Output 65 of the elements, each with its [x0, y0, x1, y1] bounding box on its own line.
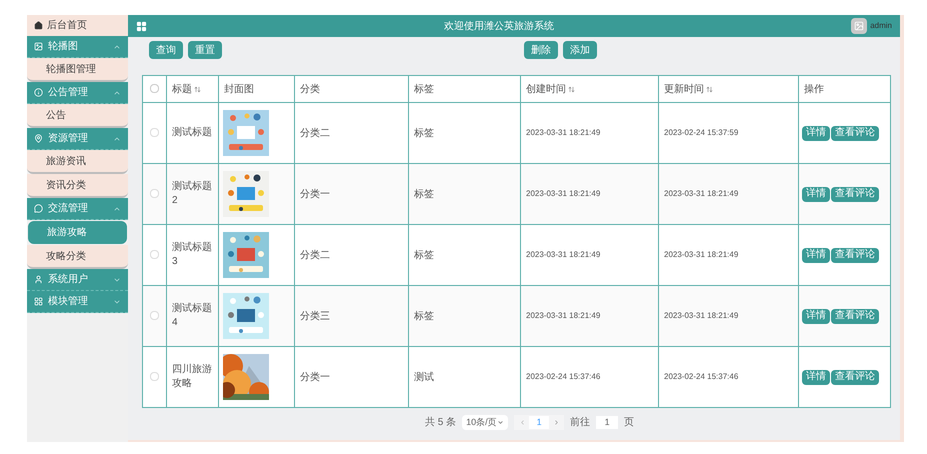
info-icon [34, 88, 43, 97]
chevron-left-icon [518, 419, 526, 426]
action-button[interactable]: 详情 [802, 370, 830, 384]
menu-header[interactable]: 轮播图 [27, 36, 128, 58]
action-button[interactable]: 查看评论 [831, 248, 879, 262]
home-icon [34, 21, 43, 30]
chat-icon [34, 204, 43, 213]
action-button[interactable]: 查看评论 [831, 308, 879, 324]
action-button[interactable]: 查看评论 [831, 186, 879, 202]
toolbar-button[interactable]: 添加 [563, 41, 597, 59]
action-button[interactable]: 详情 [802, 126, 830, 140]
menu-header[interactable]: 公告管理 [27, 82, 128, 104]
checkbox[interactable] [150, 189, 159, 198]
submenu-item[interactable]: 旅游资讯 [27, 150, 128, 174]
table-cell: 测试 [408, 346, 520, 408]
submenu-item[interactable]: 攻略分类 [27, 245, 128, 269]
page-button[interactable]: 1 [529, 416, 550, 429]
toolbar-button[interactable]: 查询 [149, 41, 183, 59]
user-icon [34, 275, 43, 284]
checkbox[interactable] [150, 128, 159, 138]
page-suffix: 页 [624, 416, 634, 430]
toolbar-button[interactable]: 重置 [188, 41, 222, 59]
total-count: 共 5 条 [425, 416, 456, 430]
checkbox[interactable] [150, 84, 159, 94]
caret-icon [497, 419, 504, 426]
grid-icon[interactable] [136, 20, 147, 32]
menu-header[interactable]: 资源管理 [27, 128, 128, 150]
welcome-title: 欢迎使用潍公英旅游系统 [443, 20, 556, 34]
checkbox[interactable] [150, 372, 159, 382]
grid-icon [34, 297, 43, 306]
toolbar-button[interactable]: 删除 [524, 41, 558, 59]
pin-icon [34, 134, 43, 143]
column-header[interactable]: 更新时间 [658, 76, 798, 102]
menu-header[interactable]: 系统用户 [27, 269, 128, 291]
table-cell: 四川旅游攻略 [166, 346, 218, 408]
table-cell: 2023-02-24 15:37:46 [520, 346, 658, 408]
page-size-select[interactable]: 10条/页 [462, 415, 508, 430]
submenu-item[interactable]: 旅游攻略 [28, 221, 127, 244]
table-cell: 分类一 [294, 346, 408, 408]
menu-header[interactable]: 模块管理 [27, 291, 128, 313]
checkbox[interactable] [150, 250, 159, 260]
action-button[interactable]: 查看评论 [831, 126, 879, 140]
home-menu-item[interactable]: 后台首页 [27, 15, 128, 36]
action-button[interactable]: 查看评论 [831, 370, 879, 384]
goto-label: 前往 [570, 416, 590, 430]
column-header[interactable]: 创建时间 [520, 76, 658, 102]
menu-header[interactable]: 交流管理 [27, 198, 128, 220]
column-header: 标签 [408, 76, 520, 102]
table-cell: 2023-02-24 15:37:46 [658, 346, 798, 408]
username: admin [870, 20, 892, 32]
column-header: 分类 [294, 76, 408, 102]
checkbox[interactable] [150, 311, 159, 320]
sort-icon [706, 86, 713, 92]
action-button[interactable]: 详情 [802, 186, 830, 202]
chevron-right-icon [552, 419, 560, 426]
submenu-item[interactable]: 轮播图管理 [27, 58, 128, 82]
image-icon [34, 42, 43, 51]
action-button[interactable]: 详情 [802, 248, 830, 262]
action-button[interactable]: 详情 [802, 308, 830, 324]
sort-icon [568, 86, 575, 92]
goto-page-field[interactable]: 1 [596, 416, 618, 429]
sort-icon [194, 86, 201, 92]
avatar-icon[interactable] [851, 18, 868, 34]
submenu-item[interactable]: 公告 [27, 104, 128, 128]
submenu-item[interactable]: 资讯分类 [27, 174, 128, 198]
